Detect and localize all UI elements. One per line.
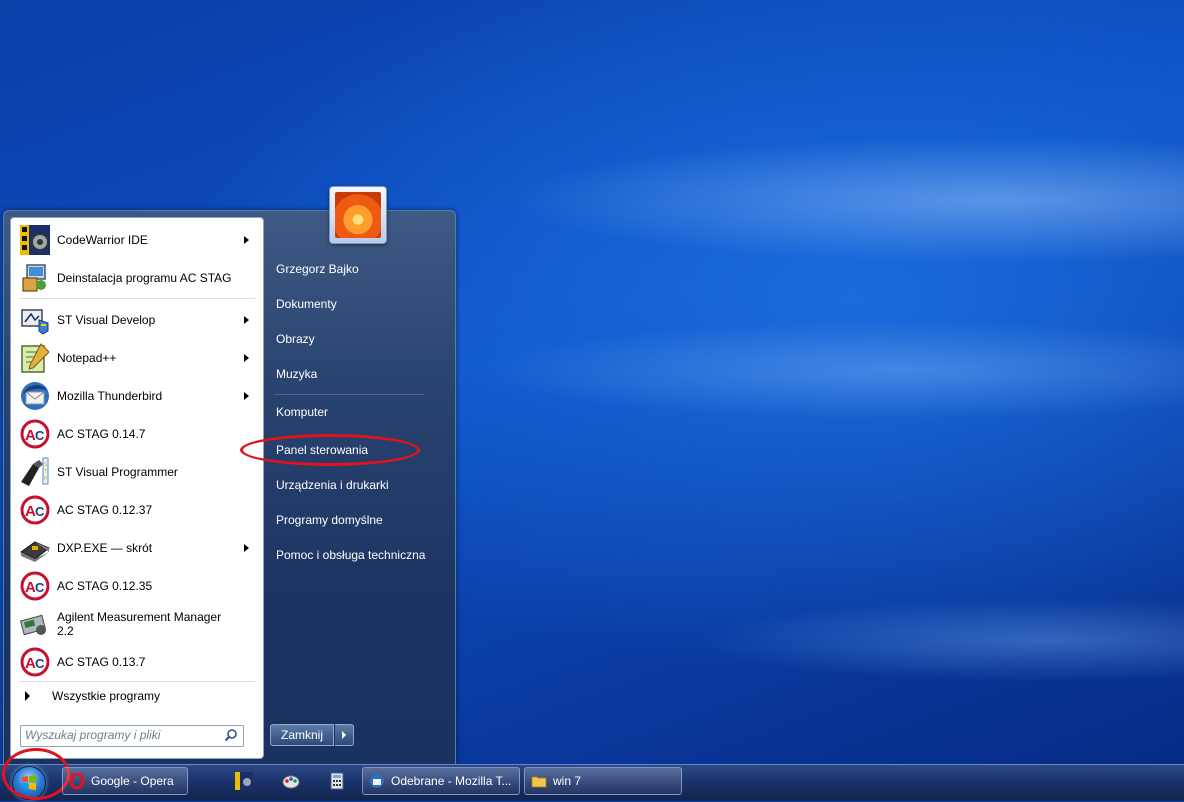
shutdown-options-arrow[interactable]: [335, 724, 355, 746]
start-menu-programs-pane: CodeWarrior IDE Deinstalacja programu AC…: [10, 217, 264, 759]
right-item-devices-printers[interactable]: Urządzenia i drukarki: [268, 471, 440, 499]
program-item-codewarrior[interactable]: CodeWarrior IDE: [15, 222, 259, 258]
program-item-ac-stag-0-13-7[interactable]: AC AC STAG 0.13.7: [15, 644, 259, 680]
search-icon[interactable]: [224, 728, 238, 742]
right-item-music[interactable]: Muzyka: [268, 360, 440, 388]
codewarrior-icon[interactable]: [234, 771, 254, 791]
program-item-ac-stag-0-14-7[interactable]: AC AC STAG 0.14.7: [15, 416, 259, 452]
thunderbird-icon: [370, 774, 384, 788]
submenu-arrow-icon: [244, 544, 249, 552]
program-label: Deinstalacja programu AC STAG: [57, 271, 232, 285]
dxp-icon: [20, 541, 50, 562]
all-programs-button[interactable]: Wszystkie programy: [19, 684, 255, 708]
taskbar-button-thunderbird[interactable]: Odebrane - Mozilla T...: [362, 767, 520, 795]
svg-text:C: C: [35, 656, 45, 671]
taskbar-button-opera[interactable]: Google - Opera: [62, 767, 188, 795]
notepad-plus-plus-icon: [21, 343, 50, 373]
program-label: AC STAG 0.12.37: [57, 503, 153, 517]
program-item-ac-stag-0-12-37[interactable]: AC AC STAG 0.12.37: [15, 492, 259, 528]
program-label: CodeWarrior IDE: [57, 233, 148, 247]
program-label: DXP.EXE — skrót: [57, 541, 153, 555]
program-label: Agilent Measurement Manager 2.2: [57, 610, 222, 638]
right-item-pictures[interactable]: Obrazy: [268, 325, 440, 353]
start-button[interactable]: [12, 766, 46, 800]
program-item-thunderbird[interactable]: Mozilla Thunderbird: [15, 378, 259, 414]
separator: [274, 394, 424, 395]
program-label: ST Visual Develop: [57, 313, 156, 327]
thunderbird-icon: [21, 382, 49, 410]
search-input[interactable]: [25, 727, 215, 743]
st-visual-develop-icon: [21, 309, 49, 335]
right-item-computer[interactable]: Komputer: [268, 398, 440, 426]
program-label: Notepad++: [57, 351, 117, 365]
taskbar-button-label: Google - Opera: [91, 774, 174, 788]
ac-stag-icon: AC: [20, 571, 50, 601]
user-avatar[interactable]: [329, 186, 387, 244]
ac-stag-icon: AC: [20, 419, 50, 449]
right-item-label: Komputer: [276, 405, 329, 419]
search-box[interactable]: [20, 725, 244, 747]
program-label: AC STAG 0.12.35: [57, 579, 153, 593]
taskbar-button-folder[interactable]: win 7: [524, 767, 682, 795]
program-item-st-visual-programmer[interactable]: STP ST Visual Programmer: [15, 454, 259, 490]
program-item-ac-stag-0-12-35[interactable]: AC AC STAG 0.12.35: [15, 568, 259, 604]
triangle-right-icon: [25, 691, 30, 701]
uninstall-icon: [22, 264, 46, 292]
right-item-documents[interactable]: Dokumenty: [268, 290, 440, 318]
taskbar-button-label: Odebrane - Mozilla T...: [391, 774, 512, 788]
agilent-icon: [19, 614, 47, 636]
right-item-help-support[interactable]: Pomoc i obsługa techniczna: [268, 541, 440, 569]
program-item-dxp[interactable]: DXP.EXE — skrót: [15, 530, 259, 566]
right-item-label: Panel sterowania: [276, 443, 369, 457]
program-item-notepad-plus-plus[interactable]: Notepad++: [15, 340, 259, 376]
program-item-st-visual-develop[interactable]: ST Visual Develop: [15, 302, 259, 338]
program-label: AC STAG 0.14.7: [57, 427, 146, 441]
right-item-label: Muzyka: [276, 367, 318, 381]
all-programs-label: Wszystkie programy: [52, 689, 161, 703]
ac-stag-icon: AC: [20, 647, 50, 677]
calculator-icon[interactable]: [327, 771, 347, 791]
flower-picture-icon: [335, 192, 381, 238]
submenu-arrow-icon: [244, 316, 249, 324]
right-item-label: Urządzenia i drukarki: [276, 478, 389, 492]
right-item-label: Obrazy: [276, 332, 315, 346]
right-item-label: Pomoc i obsługa techniczna: [276, 548, 426, 562]
submenu-arrow-icon: [244, 392, 249, 400]
svg-text:C: C: [35, 580, 45, 595]
svg-text:C: C: [35, 428, 45, 443]
shutdown-button[interactable]: Zamknij: [270, 724, 335, 746]
right-item-default-programs[interactable]: Programy domyślne: [268, 506, 440, 534]
opera-icon: [69, 773, 85, 789]
right-item-label: Grzegorz Bajko: [276, 262, 359, 276]
program-item-agilent[interactable]: Agilent Measurement Manager 2.2: [15, 606, 259, 642]
ac-stag-icon: AC: [20, 495, 50, 525]
submenu-arrow-icon: [244, 236, 249, 244]
folder-icon: [531, 776, 547, 788]
windows-logo-icon: [22, 775, 36, 790]
right-item-label: Programy domyślne: [276, 513, 383, 527]
separator: [19, 681, 255, 682]
right-item-user[interactable]: Grzegorz Bajko: [268, 255, 440, 283]
right-item-control-panel[interactable]: Panel sterowania: [268, 436, 440, 464]
svg-text:C: C: [35, 504, 45, 519]
st-visual-programmer-icon: STP: [21, 457, 49, 486]
paint-icon[interactable]: [281, 771, 301, 791]
svg-text:S: S: [44, 462, 47, 468]
separator: [19, 298, 255, 299]
svg-text:P: P: [44, 476, 47, 482]
program-label: AC STAG 0.13.7: [57, 655, 146, 669]
taskbar-button-label: win 7: [553, 774, 582, 788]
program-label: Mozilla Thunderbird: [57, 389, 163, 403]
submenu-arrow-icon: [244, 354, 249, 362]
program-label: ST Visual Programmer: [57, 465, 178, 479]
codewarrior-icon: [20, 225, 50, 255]
right-item-label: Dokumenty: [276, 297, 337, 311]
program-item-deinstalacja[interactable]: Deinstalacja programu AC STAG: [15, 260, 259, 296]
shutdown-control: Zamknij: [270, 724, 355, 746]
